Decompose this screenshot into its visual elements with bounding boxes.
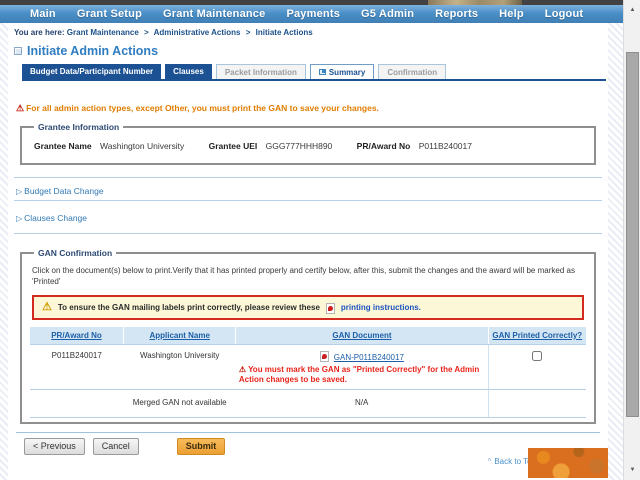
page-title: Initiate Admin Actions: [27, 44, 159, 58]
divider: [14, 233, 602, 234]
cell-merged-gan-status: Merged GAN not available: [123, 389, 236, 418]
mark-printed-warning: ⚠ You must mark the GAN as "Printed Corre…: [239, 365, 485, 386]
nav-item-main[interactable]: Main: [30, 8, 56, 20]
grantee-information-legend: Grantee Information: [38, 122, 120, 132]
grantee-uei-value: GGG777HHH890: [265, 141, 333, 151]
collapsed-triangle-icon: ▷: [16, 186, 23, 196]
mailing-notice-text: To ensure the GAN mailing labels print c…: [57, 302, 320, 312]
divider: [16, 431, 600, 433]
nav-item-g5-admin[interactable]: G5 Admin: [361, 8, 414, 20]
pr-award-no-value: P011B240017: [418, 141, 472, 151]
caret-up-icon: ^: [487, 457, 492, 466]
content-panel: You are here: Grant Maintenance > Admini…: [8, 23, 608, 480]
grantee-information-fieldset: Grantee Information Grantee Name Washing…: [20, 122, 596, 165]
clauses-change-label: Clauses Change: [24, 213, 88, 223]
page-title-icon: [14, 47, 22, 55]
table-row-gan: P011B240017 Washington University GAN-P0…: [30, 344, 586, 391]
divider: [14, 177, 602, 178]
pr-award-no-label: PR/Award No: [356, 141, 411, 151]
breadcrumb: You are here: Grant Maintenance > Admini…: [8, 23, 608, 37]
header-applicant-name: Applicant Name: [123, 326, 237, 345]
warning-icon: ⚠: [42, 300, 52, 313]
submit-button[interactable]: Submit: [176, 437, 226, 455]
tab-bar: Budget Data/Participant Number Clauses P…: [22, 64, 606, 81]
nav-item-grant-maintenance[interactable]: Grant Maintenance: [163, 8, 265, 20]
vertical-scrollbar[interactable]: ▲ ▼: [623, 0, 640, 480]
cell-merged-gan-document: N/A: [235, 389, 489, 418]
application-window: Main Grant Setup Grant Maintenance Payme…: [0, 0, 640, 480]
cell-pr-award-no: P011B240017: [30, 344, 124, 391]
tab-confirmation: Confirmation: [378, 64, 447, 79]
header-pr-award-no-link[interactable]: PR/Award No: [51, 331, 102, 340]
gan-documents-table: PR/Award No Applicant Name GAN Document …: [30, 326, 586, 418]
nav-item-payments[interactable]: Payments: [286, 8, 340, 20]
breadcrumb-link-administrative-actions[interactable]: Administrative Actions: [154, 28, 241, 37]
gan-confirmation-legend: GAN Confirmation: [38, 248, 113, 258]
budget-data-change-label: Budget Data Change: [24, 186, 104, 196]
print-gan-warning: ⚠ For all admin action types, except Oth…: [16, 103, 608, 113]
pdf-icon: [319, 350, 329, 362]
collapsed-triangle-icon: ▷: [16, 213, 23, 223]
warning-icon: ⚠: [16, 102, 25, 113]
nav-item-reports[interactable]: Reports: [435, 8, 478, 20]
tab-packet-information: Packet Information: [215, 64, 306, 79]
pdf-icon: [325, 302, 335, 314]
nav-item-grant-setup[interactable]: Grant Setup: [77, 8, 142, 20]
breadcrumb-link-grant-maintenance[interactable]: Grant Maintenance: [67, 28, 139, 37]
printing-instructions-link[interactable]: printing instructions.: [341, 303, 421, 312]
header-applicant-name-link[interactable]: Applicant Name: [149, 331, 209, 340]
nav-item-logout[interactable]: Logout: [545, 8, 583, 20]
table-row-merged-gan: Merged GAN not available N/A: [30, 389, 586, 418]
header-gan-printed-correctly: GAN Printed Correctly?: [488, 326, 586, 345]
nav-item-help[interactable]: Help: [499, 8, 524, 20]
table-header-row: PR/Award No Applicant Name GAN Document …: [30, 326, 586, 345]
tab-budget-data-participant-number[interactable]: Budget Data/Participant Number: [22, 64, 162, 79]
current-tab-marker-icon: [318, 69, 326, 75]
print-gan-warning-text: For all admin action types, except Other…: [26, 103, 379, 113]
header-gan-document-link[interactable]: GAN Document: [332, 331, 391, 340]
gan-printed-checkbox[interactable]: [532, 350, 543, 361]
breadcrumb-link-initiate-actions[interactable]: Initiate Actions: [256, 28, 313, 37]
cell-gan-document: GAN-P011B240017 ⚠ You must mark the GAN a…: [235, 344, 489, 391]
scroll-down-arrow[interactable]: ▼: [624, 462, 640, 478]
grantee-name-value: Washington University: [100, 141, 185, 151]
tab-summary-label: Summary: [328, 67, 366, 77]
cell-gan-printed: [487, 344, 586, 391]
page-title-row: Initiate Admin Actions: [14, 44, 608, 58]
clauses-change-toggle[interactable]: ▷ Clauses Change: [16, 213, 608, 223]
footer-artwork: [528, 448, 608, 478]
warning-icon: ⚠: [238, 364, 247, 374]
header-gan-printed-correctly-link[interactable]: GAN Printed Correctly?: [492, 331, 582, 340]
footer-artwork-image: [528, 448, 608, 478]
previous-button[interactable]: < Previous: [24, 437, 85, 455]
tab-summary[interactable]: Summary: [309, 64, 375, 79]
cell-applicant-name: Washington University: [123, 344, 236, 391]
header-pr-award-no: PR/Award No: [30, 326, 124, 345]
scroll-up-arrow[interactable]: ▲: [624, 2, 640, 18]
breadcrumb-separator: >: [245, 28, 251, 37]
action-buttons: < Previous Cancel Submit: [24, 437, 608, 455]
grantee-name-label: Grantee Name: [34, 141, 92, 151]
scrollbar-thumb[interactable]: [626, 52, 639, 417]
main-nav-bar: Main Grant Setup Grant Maintenance Payme…: [0, 5, 623, 23]
budget-data-change-toggle[interactable]: ▷ Budget Data Change: [16, 186, 608, 196]
gan-description: Click on the document(s) below to print.…: [32, 266, 575, 286]
divider: [14, 200, 602, 201]
gan-document-link[interactable]: GAN-P011B240017: [334, 353, 404, 362]
breadcrumb-separator: >: [144, 28, 149, 37]
cell-empty: [487, 389, 586, 418]
breadcrumb-prefix: You are here:: [14, 28, 65, 37]
mark-printed-warning-text: You must mark the GAN as "Printed Correc…: [238, 364, 480, 384]
tab-clauses[interactable]: Clauses: [165, 64, 212, 79]
mailing-labels-notice: ⚠ To ensure the GAN mailing labels print…: [32, 294, 584, 320]
grantee-info-row: Grantee Name Washington University Grant…: [30, 138, 586, 155]
header-gan-document: GAN Document: [235, 326, 489, 345]
gan-confirmation-fieldset: GAN Confirmation Click on the document(s…: [20, 248, 596, 424]
grantee-uei-label: Grantee UEI: [208, 141, 258, 151]
cancel-button[interactable]: Cancel: [92, 437, 139, 455]
cell-empty: [30, 389, 124, 418]
